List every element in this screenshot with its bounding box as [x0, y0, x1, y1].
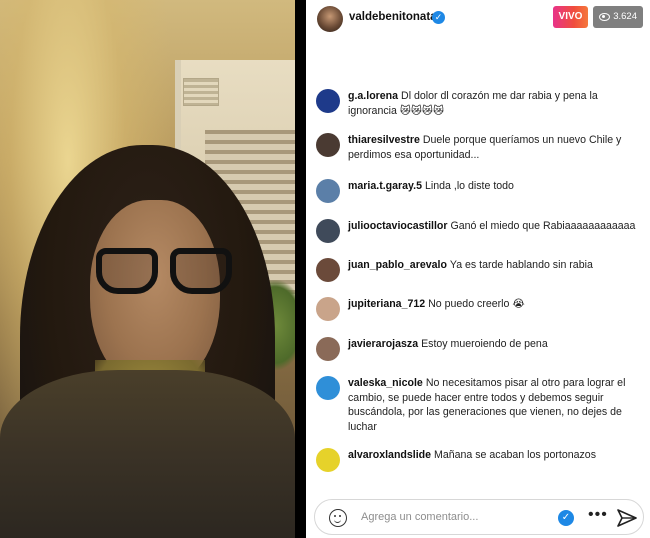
comment-text: g.a.lorena Dl dolor dl corazón me dar rab… — [348, 89, 644, 118]
comment-body: Estoy mueroiendo de pena — [421, 338, 548, 350]
person-glasses — [88, 248, 238, 298]
commenter-avatar[interactable] — [316, 89, 340, 113]
panel-divider — [295, 0, 306, 538]
comment-text: maria.t.garay.5 Linda ,lo diste todo — [348, 179, 644, 194]
commenter-avatar[interactable] — [316, 448, 340, 472]
comment-composer[interactable]: Agrega un comentario... ✓ ••• — [314, 499, 644, 535]
commenter-username[interactable]: juan_pablo_arevalo — [348, 259, 447, 271]
commenter-username[interactable]: javierarojasza — [348, 338, 418, 350]
commenter-avatar[interactable] — [316, 376, 340, 400]
verified-badge-icon: ✓ — [432, 11, 445, 24]
commenter-username[interactable]: alvaroxlandslide — [348, 449, 431, 461]
commenter-avatar[interactable] — [316, 219, 340, 243]
commenter-username[interactable]: maria.t.garay.5 — [348, 180, 422, 192]
comment-text: thiaresilvestre Duele porque queríamos un… — [348, 133, 644, 162]
comment-text: juan_pablo_arevalo Ya es tarde hablando s… — [348, 258, 644, 273]
live-video[interactable] — [0, 0, 295, 538]
comment-text: juliooctaviocastillor Ganó el miedo que R… — [348, 219, 644, 234]
comment-text: jupiteriana_712 No puedo creerlo 😭 — [348, 297, 644, 312]
comment-text: valeska_nicole No necesitamos pisar al ot… — [348, 376, 644, 434]
live-chat-panel: valdebenitonata ✓ VIVO 3.624 g.a.lorena D… — [306, 0, 650, 538]
comment-body: No puedo creerlo 😭 — [428, 298, 525, 310]
live-badge: VIVO — [553, 6, 588, 28]
send-icon[interactable] — [617, 509, 637, 527]
commenter-avatar[interactable] — [316, 179, 340, 203]
host-avatar[interactable] — [317, 6, 343, 32]
person-body — [0, 370, 295, 538]
commenter-avatar[interactable] — [316, 258, 340, 282]
wall-vent — [183, 78, 219, 106]
commenter-username[interactable]: g.a.lorena — [348, 90, 398, 102]
eye-icon — [599, 13, 610, 21]
viewer-count: 3.624 — [613, 11, 637, 22]
commenter-avatar[interactable] — [316, 297, 340, 321]
comment-text: javierarojasza Estoy mueroiendo de pena — [348, 337, 644, 352]
commenter-username[interactable]: thiaresilvestre — [348, 134, 420, 146]
comment-body: Ganó el miedo que Rabiaaaaaaaaaaaa — [450, 220, 636, 232]
comment-body: Ya es tarde hablando sin rabia — [449, 259, 593, 271]
viewer-count-badge[interactable]: 3.624 — [593, 6, 643, 28]
verified-badge-icon[interactable]: ✓ — [558, 510, 574, 526]
host-username[interactable]: valdebenitonata — [349, 11, 437, 23]
comment-text: alvaroxlandslide Mañana se acaban los por… — [348, 448, 644, 463]
commenter-username[interactable]: juliooctaviocastillor — [348, 220, 448, 232]
commenter-avatar[interactable] — [316, 133, 340, 157]
more-icon[interactable]: ••• — [588, 506, 608, 524]
comment-body: Mañana se acaban los portonazos — [434, 449, 596, 461]
commenter-username[interactable]: valeska_nicole — [348, 377, 423, 389]
commenter-username[interactable]: jupiteriana_712 — [348, 298, 425, 310]
comment-body: Linda ,lo diste todo — [425, 180, 514, 192]
emoji-icon[interactable] — [329, 509, 347, 527]
live-header: valdebenitonata ✓ VIVO 3.624 — [306, 0, 650, 38]
comment-input[interactable]: Agrega un comentario... — [361, 511, 478, 523]
commenter-avatar[interactable] — [316, 337, 340, 361]
